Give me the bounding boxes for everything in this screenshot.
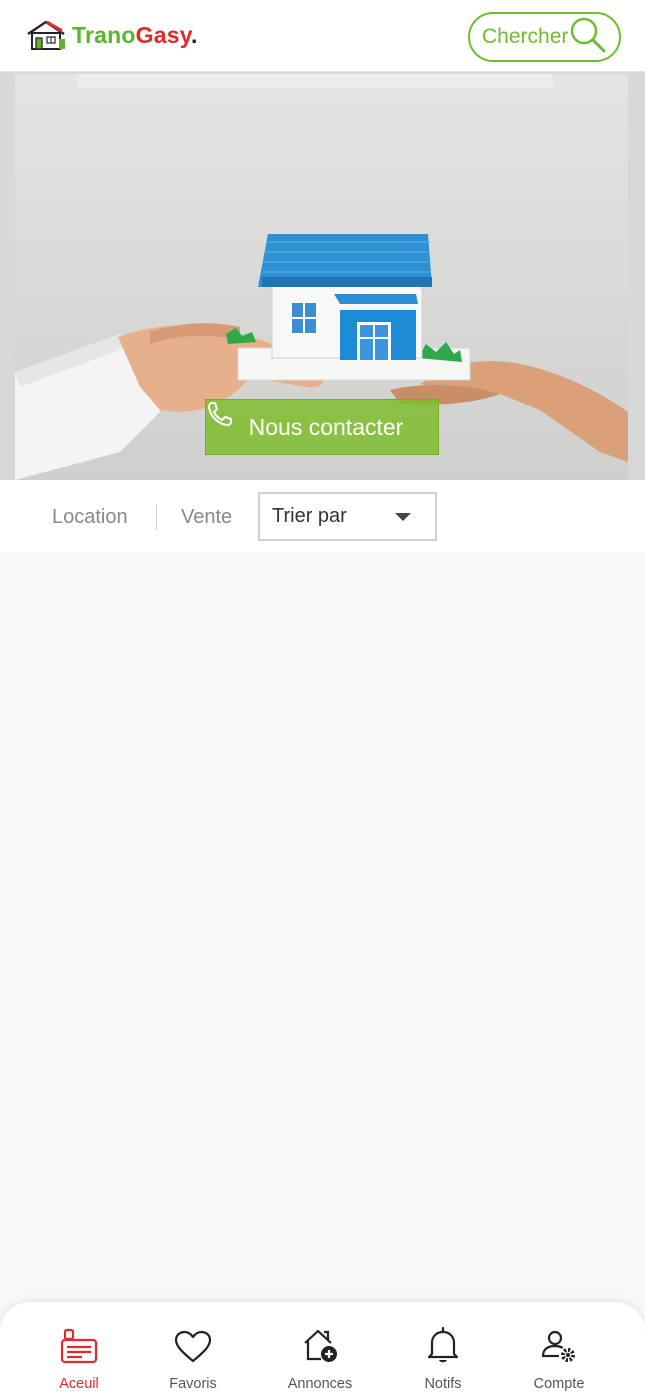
nav-label-favoris: Favoris	[169, 1376, 217, 1392]
nav-item-notifs[interactable]: Notifs	[393, 1324, 493, 1392]
bell-icon	[425, 1324, 461, 1364]
logo[interactable]: TranoGasy.	[26, 19, 198, 51]
nav-item-annonces[interactable]: Annonces	[270, 1324, 370, 1392]
tab-vente[interactable]: Vente	[181, 506, 232, 529]
nav-label-notifs: Notifs	[424, 1376, 462, 1392]
bottom-nav: Aceuil Favoris Annonces Notifs Compte	[0, 1302, 645, 1398]
filter-bar: Location Vente Trier par	[0, 480, 645, 553]
filter-divider	[156, 504, 157, 530]
nav-item-home[interactable]: Aceuil	[29, 1324, 129, 1392]
contact-label: Nous contacter	[248, 413, 404, 440]
nav-label-home: Aceuil	[59, 1376, 99, 1392]
logo-text-gasy: Gasy	[135, 21, 191, 48]
app-header: TranoGasy. Chercher	[0, 0, 645, 72]
logo-house-icon	[26, 19, 68, 51]
heart-icon	[174, 1324, 212, 1364]
search-icon	[569, 16, 607, 59]
tab-location[interactable]: Location	[52, 506, 128, 529]
logo-text: TranoGasy.	[72, 22, 198, 49]
sort-label: Trier par	[272, 505, 347, 527]
sort-select[interactable]: Trier par	[258, 492, 437, 541]
chevron-down-icon	[395, 512, 411, 521]
contact-button[interactable]: Nous contacter	[205, 399, 439, 455]
hero-banner: Nous contacter	[0, 72, 645, 480]
home-list-icon	[60, 1324, 98, 1364]
nav-item-compte[interactable]: Compte	[509, 1324, 609, 1392]
house-add-icon	[301, 1324, 339, 1364]
nav-label-annonces: Annonces	[287, 1376, 353, 1392]
search-button[interactable]: Chercher	[468, 12, 621, 62]
nav-label-compte: Compte	[533, 1376, 585, 1392]
logo-text-dot: .	[190, 21, 198, 48]
listing-area	[0, 553, 645, 1302]
user-settings-icon	[540, 1324, 578, 1364]
search-label: Chercher	[482, 25, 569, 48]
logo-text-trano: Trano	[72, 21, 136, 48]
nav-item-favoris[interactable]: Favoris	[143, 1324, 243, 1392]
